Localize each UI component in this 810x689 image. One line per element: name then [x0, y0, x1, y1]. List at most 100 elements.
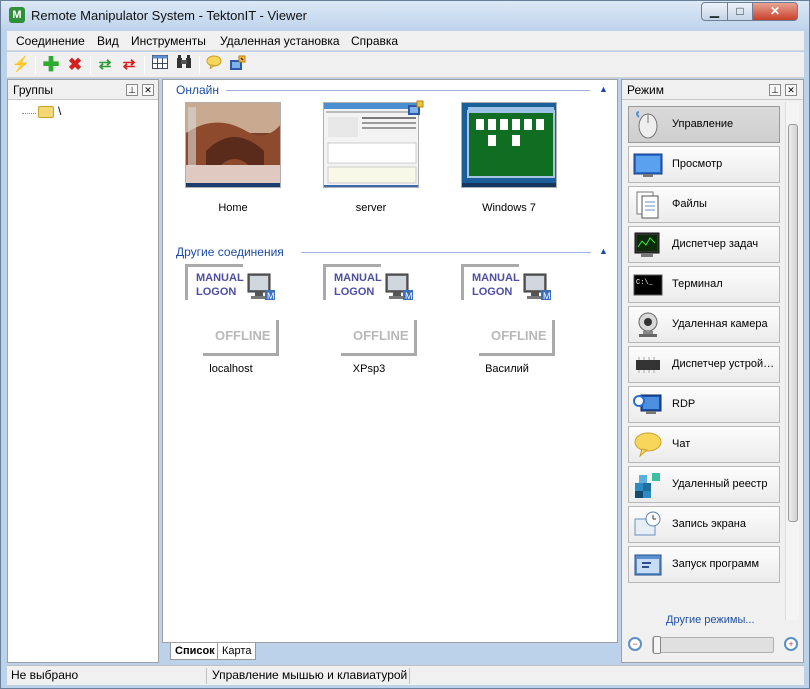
mode-button-view[interactable]: Просмотр	[628, 146, 780, 183]
mode-label: Просмотр	[672, 158, 723, 170]
mode-panel-title: Режим	[627, 83, 664, 97]
offline-status: OFFLINE	[203, 320, 279, 356]
connections-view: Онлайн ▲ Home server Windows 7 Другие со…	[162, 79, 618, 643]
online-section-divider	[226, 90, 590, 91]
manual-logon-badge: MANUAL LOGON	[185, 264, 244, 300]
mode-button-control[interactable]: Управление	[628, 106, 780, 143]
offline-status: OFFLINE	[479, 320, 555, 356]
mode-list-scrollbar[interactable]	[785, 102, 799, 620]
host-label-server[interactable]: server	[321, 202, 421, 214]
mode-button-terminal[interactable]: C:\_ Терминал	[628, 266, 780, 303]
menu-tools[interactable]: Инструменты	[131, 34, 206, 48]
manual-logon-line2: LOGON	[472, 286, 513, 298]
webcam-icon	[633, 311, 663, 339]
host-label-xpsp3[interactable]: XPsp3	[319, 363, 419, 375]
online-section-title: Онлайн	[176, 83, 219, 97]
title-bar[interactable]: M Remote Manipulator System - TektonIT -…	[1, 1, 809, 31]
mode-button-screen-record[interactable]: Запись экрана	[628, 506, 780, 543]
maximize-button[interactable]: □	[727, 2, 753, 21]
mode-button-registry[interactable]: Удаленный реестр	[628, 466, 780, 503]
mode-label: Управление	[672, 118, 734, 130]
grid-icon[interactable]	[150, 55, 170, 75]
zoom-out-icon[interactable]: −	[628, 637, 642, 651]
mode-button-files[interactable]: Файлы	[628, 186, 780, 223]
refresh-icon[interactable]: ⇄	[95, 55, 115, 75]
host-label-home[interactable]: Home	[183, 202, 283, 214]
chat-bubble-icon[interactable]	[204, 55, 224, 75]
close-icon[interactable]: ✕	[785, 84, 797, 96]
scrollbar-thumb[interactable]	[788, 124, 798, 522]
pin-icon[interactable]: ⊥	[126, 84, 138, 96]
close-button[interactable]: ✕	[752, 2, 798, 21]
menu-help[interactable]: Справка	[351, 34, 398, 48]
zoom-slider-thumb[interactable]	[653, 636, 661, 654]
folder-icon	[38, 106, 54, 118]
toolbar-separator	[199, 56, 200, 74]
screen-record-icon	[633, 511, 663, 539]
toolbar-separator	[90, 56, 91, 74]
collapse-online-icon[interactable]: ▲	[599, 84, 609, 94]
mode-button-task-manager[interactable]: Диспетчер задач	[628, 226, 780, 263]
status-mode-description: Управление мышью и клавиатурой	[208, 668, 410, 684]
mode-label: Диспетчер задач	[672, 238, 759, 250]
mode-label: RDP	[672, 398, 696, 410]
lightning-icon[interactable]: ⚡	[11, 55, 31, 75]
chip-icon	[633, 351, 663, 379]
manual-logon-badge: MANUAL LOGON	[323, 264, 382, 300]
zoom-slider[interactable]	[652, 636, 774, 654]
minimize-button[interactable]: ▁	[701, 2, 728, 21]
manual-logon-line2: LOGON	[334, 286, 375, 298]
status-bar: Не выбрано Управление мышью и клавиатуро…	[7, 665, 804, 685]
groups-panel-header: Группы ⊥ ✕	[8, 80, 158, 100]
monitor-icon: M	[523, 272, 551, 301]
zoom-slider-bar: − +	[624, 633, 802, 657]
svg-text:M: M	[405, 291, 413, 301]
tree-line	[22, 113, 36, 114]
refresh-red-icon[interactable]: ⇄	[119, 55, 139, 75]
monitor-icon: M	[247, 272, 275, 301]
close-icon[interactable]: ✕	[142, 84, 154, 96]
rdp-icon	[633, 391, 663, 419]
toolbar: ⚡ ✚ ✖ ⇄ ⇄	[7, 52, 804, 78]
delete-icon[interactable]: ✖	[65, 55, 85, 75]
mode-button-device-manager[interactable]: Диспетчер устройств	[628, 346, 780, 383]
mode-button-chat[interactable]: Чат	[628, 426, 780, 463]
terminal-icon: C:\_	[633, 271, 663, 299]
app-window: M Remote Manipulator System - TektonIT -…	[0, 0, 810, 689]
tab-map[interactable]: Карта	[217, 643, 257, 660]
mode-button-run-program[interactable]: Запуск программ	[628, 546, 780, 583]
offline-host-card[interactable]: MANUAL LOGON M OFFLINE	[461, 264, 557, 356]
window-title: Remote Manipulator System - TektonIT - V…	[31, 8, 308, 23]
host-label-localhost[interactable]: localhost	[181, 363, 281, 375]
zoom-in-icon[interactable]: +	[784, 637, 798, 651]
mode-button-camera[interactable]: Удаленная камера	[628, 306, 780, 343]
menu-view[interactable]: Вид	[97, 34, 119, 48]
more-modes-link[interactable]: Другие режимы...	[666, 614, 755, 626]
menu-connection[interactable]: Соединение	[16, 34, 85, 48]
host-thumbnail-server[interactable]	[323, 102, 419, 188]
groups-panel: Группы ⊥ ✕ \	[7, 79, 159, 663]
tree-root-label: \	[58, 104, 62, 118]
mode-button-rdp[interactable]: RDP	[628, 386, 780, 423]
add-icon[interactable]: ✚	[41, 55, 61, 75]
manual-logon-line1: MANUAL	[472, 272, 520, 284]
host-label-vasiliy[interactable]: Василий	[457, 363, 557, 375]
manual-logon-line2: LOGON	[196, 286, 237, 298]
keys-icon[interactable]	[228, 55, 248, 75]
offline-status: OFFLINE	[341, 320, 417, 356]
svg-text:M: M	[543, 291, 551, 301]
host-label-windows7[interactable]: Windows 7	[459, 202, 559, 214]
host-thumbnail-home[interactable]	[185, 102, 281, 188]
mode-panel: Режим ⊥ ✕ Управление Просмотр Файлы Дисп…	[621, 79, 804, 663]
binoculars-icon[interactable]	[174, 55, 194, 75]
tab-list[interactable]: Список	[170, 643, 220, 660]
collapse-other-icon[interactable]: ▲	[599, 246, 609, 256]
host-thumbnail-windows7[interactable]	[461, 102, 557, 188]
pin-icon[interactable]: ⊥	[769, 84, 781, 96]
manual-logon-line1: MANUAL	[334, 272, 382, 284]
monitor-icon: M	[385, 272, 413, 301]
menu-remote-install[interactable]: Удаленная установка	[220, 34, 340, 48]
offline-host-card[interactable]: MANUAL LOGON M OFFLINE	[323, 264, 419, 356]
offline-host-card[interactable]: MANUAL LOGON M OFFLINE	[185, 264, 281, 356]
run-program-icon	[633, 551, 663, 579]
